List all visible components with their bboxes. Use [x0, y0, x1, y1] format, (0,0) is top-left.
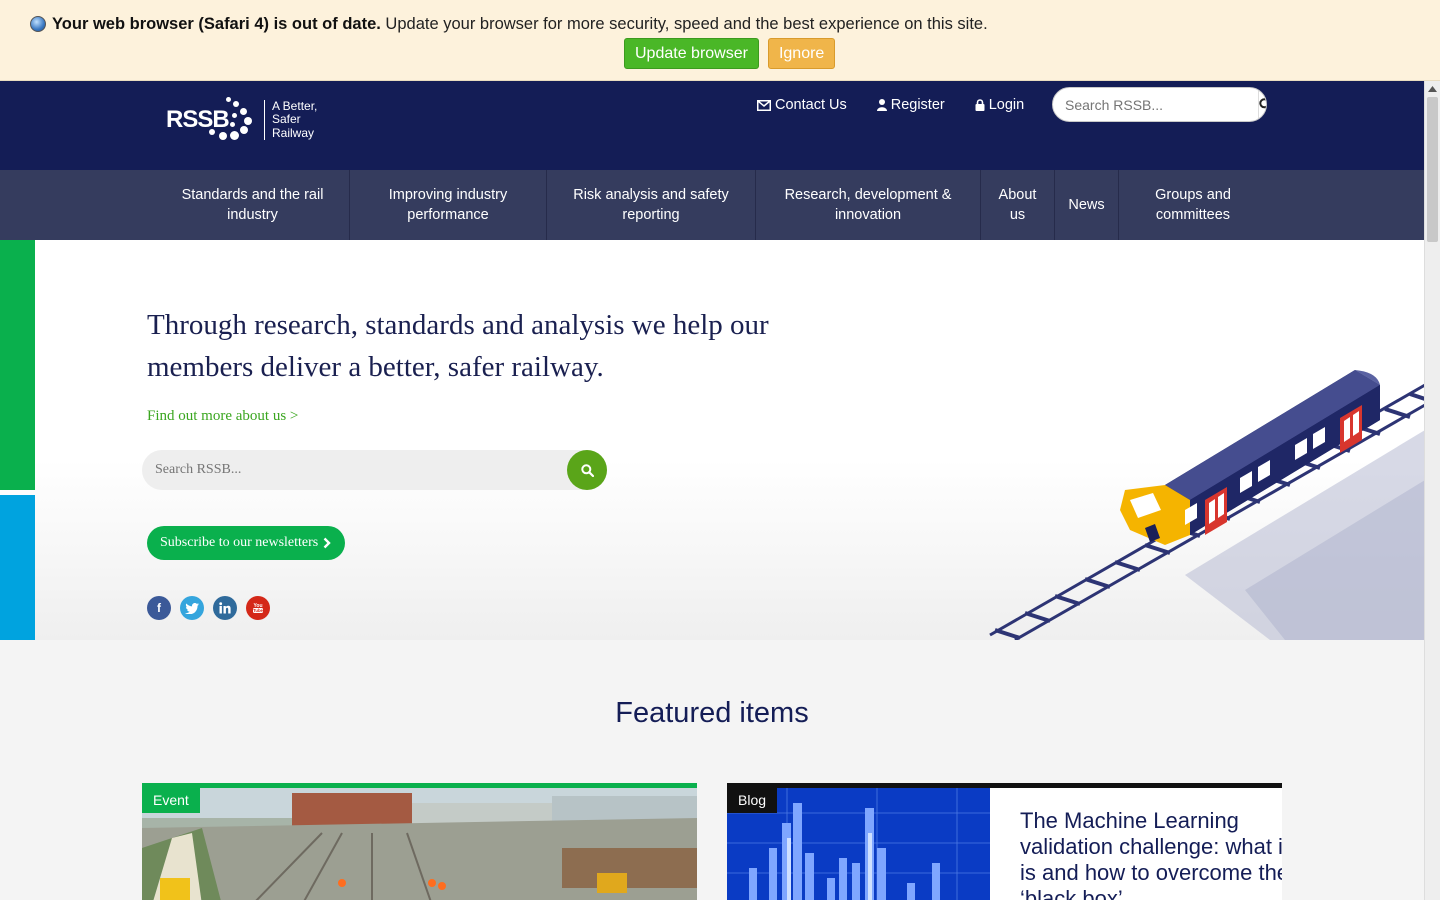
youtube-icon[interactable]: You Tube — [246, 596, 270, 620]
scroll-up-icon[interactable] — [1425, 81, 1440, 96]
utility-links: Contact Us Register Login — [757, 97, 1024, 113]
hero-search-button[interactable] — [567, 450, 607, 490]
rssb-logo[interactable]: RSSB A Better, Safer Railway — [166, 95, 317, 145]
header-search — [1052, 87, 1267, 122]
nav-item-research[interactable]: Research, development & innovation — [756, 170, 981, 240]
browser-update-banner: Your web browser (Safari 4) is out of da… — [0, 0, 1440, 81]
nav-item-news[interactable]: News — [1055, 170, 1119, 240]
hero-search-input[interactable] — [142, 450, 562, 490]
social-links: f You Tube — [147, 596, 270, 620]
header-search-input[interactable] — [1053, 88, 1258, 121]
hero-search — [142, 450, 607, 490]
search-icon — [1259, 98, 1266, 109]
accent-bar-blue — [0, 495, 35, 640]
main-nav: Standards and the rail industry Improvin… — [0, 170, 1424, 240]
nav-item-groups[interactable]: Groups and committees — [1119, 170, 1267, 240]
nav-item-risk-analysis[interactable]: Risk analysis and safety reporting — [547, 170, 756, 240]
nav-item-standards[interactable]: Standards and the rail industry — [156, 170, 350, 240]
page-scrollbar[interactable] — [1424, 81, 1440, 900]
update-message: Your web browser (Safari 4) is out of da… — [30, 15, 988, 34]
nav-item-improving-performance[interactable]: Improving industry performance — [350, 170, 547, 240]
user-icon — [876, 99, 887, 111]
hero-title: Through research, standards and analysis… — [147, 309, 769, 383]
nav-item-about[interactable]: About us — [981, 170, 1055, 240]
hero-section: Through research, standards and analysis… — [0, 240, 1424, 640]
linkedin-icon[interactable] — [213, 596, 237, 620]
ignore-button[interactable]: Ignore — [767, 38, 836, 69]
update-message-text: Update your browser for more security, s… — [380, 15, 988, 33]
register-link[interactable]: Register — [876, 97, 945, 113]
update-browser-button[interactable]: Update browser — [624, 38, 759, 69]
header-search-button[interactable] — [1258, 88, 1266, 121]
site-header: RSSB A Better, Safer Railway Contact Us … — [0, 81, 1424, 170]
search-icon — [580, 463, 594, 477]
blog-title[interactable]: The Machine Learning validation challeng… — [1020, 808, 1282, 900]
find-out-more-link[interactable]: Find out more about us > — [147, 408, 298, 425]
blog-tag: Blog — [727, 788, 778, 813]
svg-text:Tube: Tube — [253, 608, 263, 613]
update-message-bold: Your web browser (Safari 4) is out of da… — [52, 15, 381, 33]
scroll-thumb[interactable] — [1427, 97, 1438, 242]
twitter-icon[interactable] — [180, 596, 204, 620]
logo-tagline: A Better, Safer Railway — [272, 98, 318, 140]
logo-mark: RSSB — [166, 95, 258, 145]
login-link[interactable]: Login — [975, 97, 1024, 113]
lock-icon — [975, 99, 985, 111]
logo-divider — [264, 100, 265, 140]
facebook-icon[interactable]: f — [147, 596, 171, 620]
featured-card-blog[interactable]: Blog The Machine Learning validation cha… — [727, 783, 1282, 900]
accent-bar-green — [0, 240, 35, 490]
envelope-icon — [757, 99, 771, 111]
logo-text: RSSB — [166, 106, 230, 133]
event-tag: Event — [142, 788, 200, 813]
subscribe-button[interactable]: Subscribe to our newsletters — [147, 526, 346, 560]
train-illustration — [989, 370, 1424, 640]
contact-us-link[interactable]: Contact Us — [757, 97, 847, 113]
event-photo — [142, 788, 697, 900]
featured-card-event[interactable]: Event — [142, 783, 697, 900]
chevron-right-icon — [323, 537, 331, 549]
globe-icon — [30, 16, 46, 32]
featured-title: Featured items — [615, 697, 809, 729]
